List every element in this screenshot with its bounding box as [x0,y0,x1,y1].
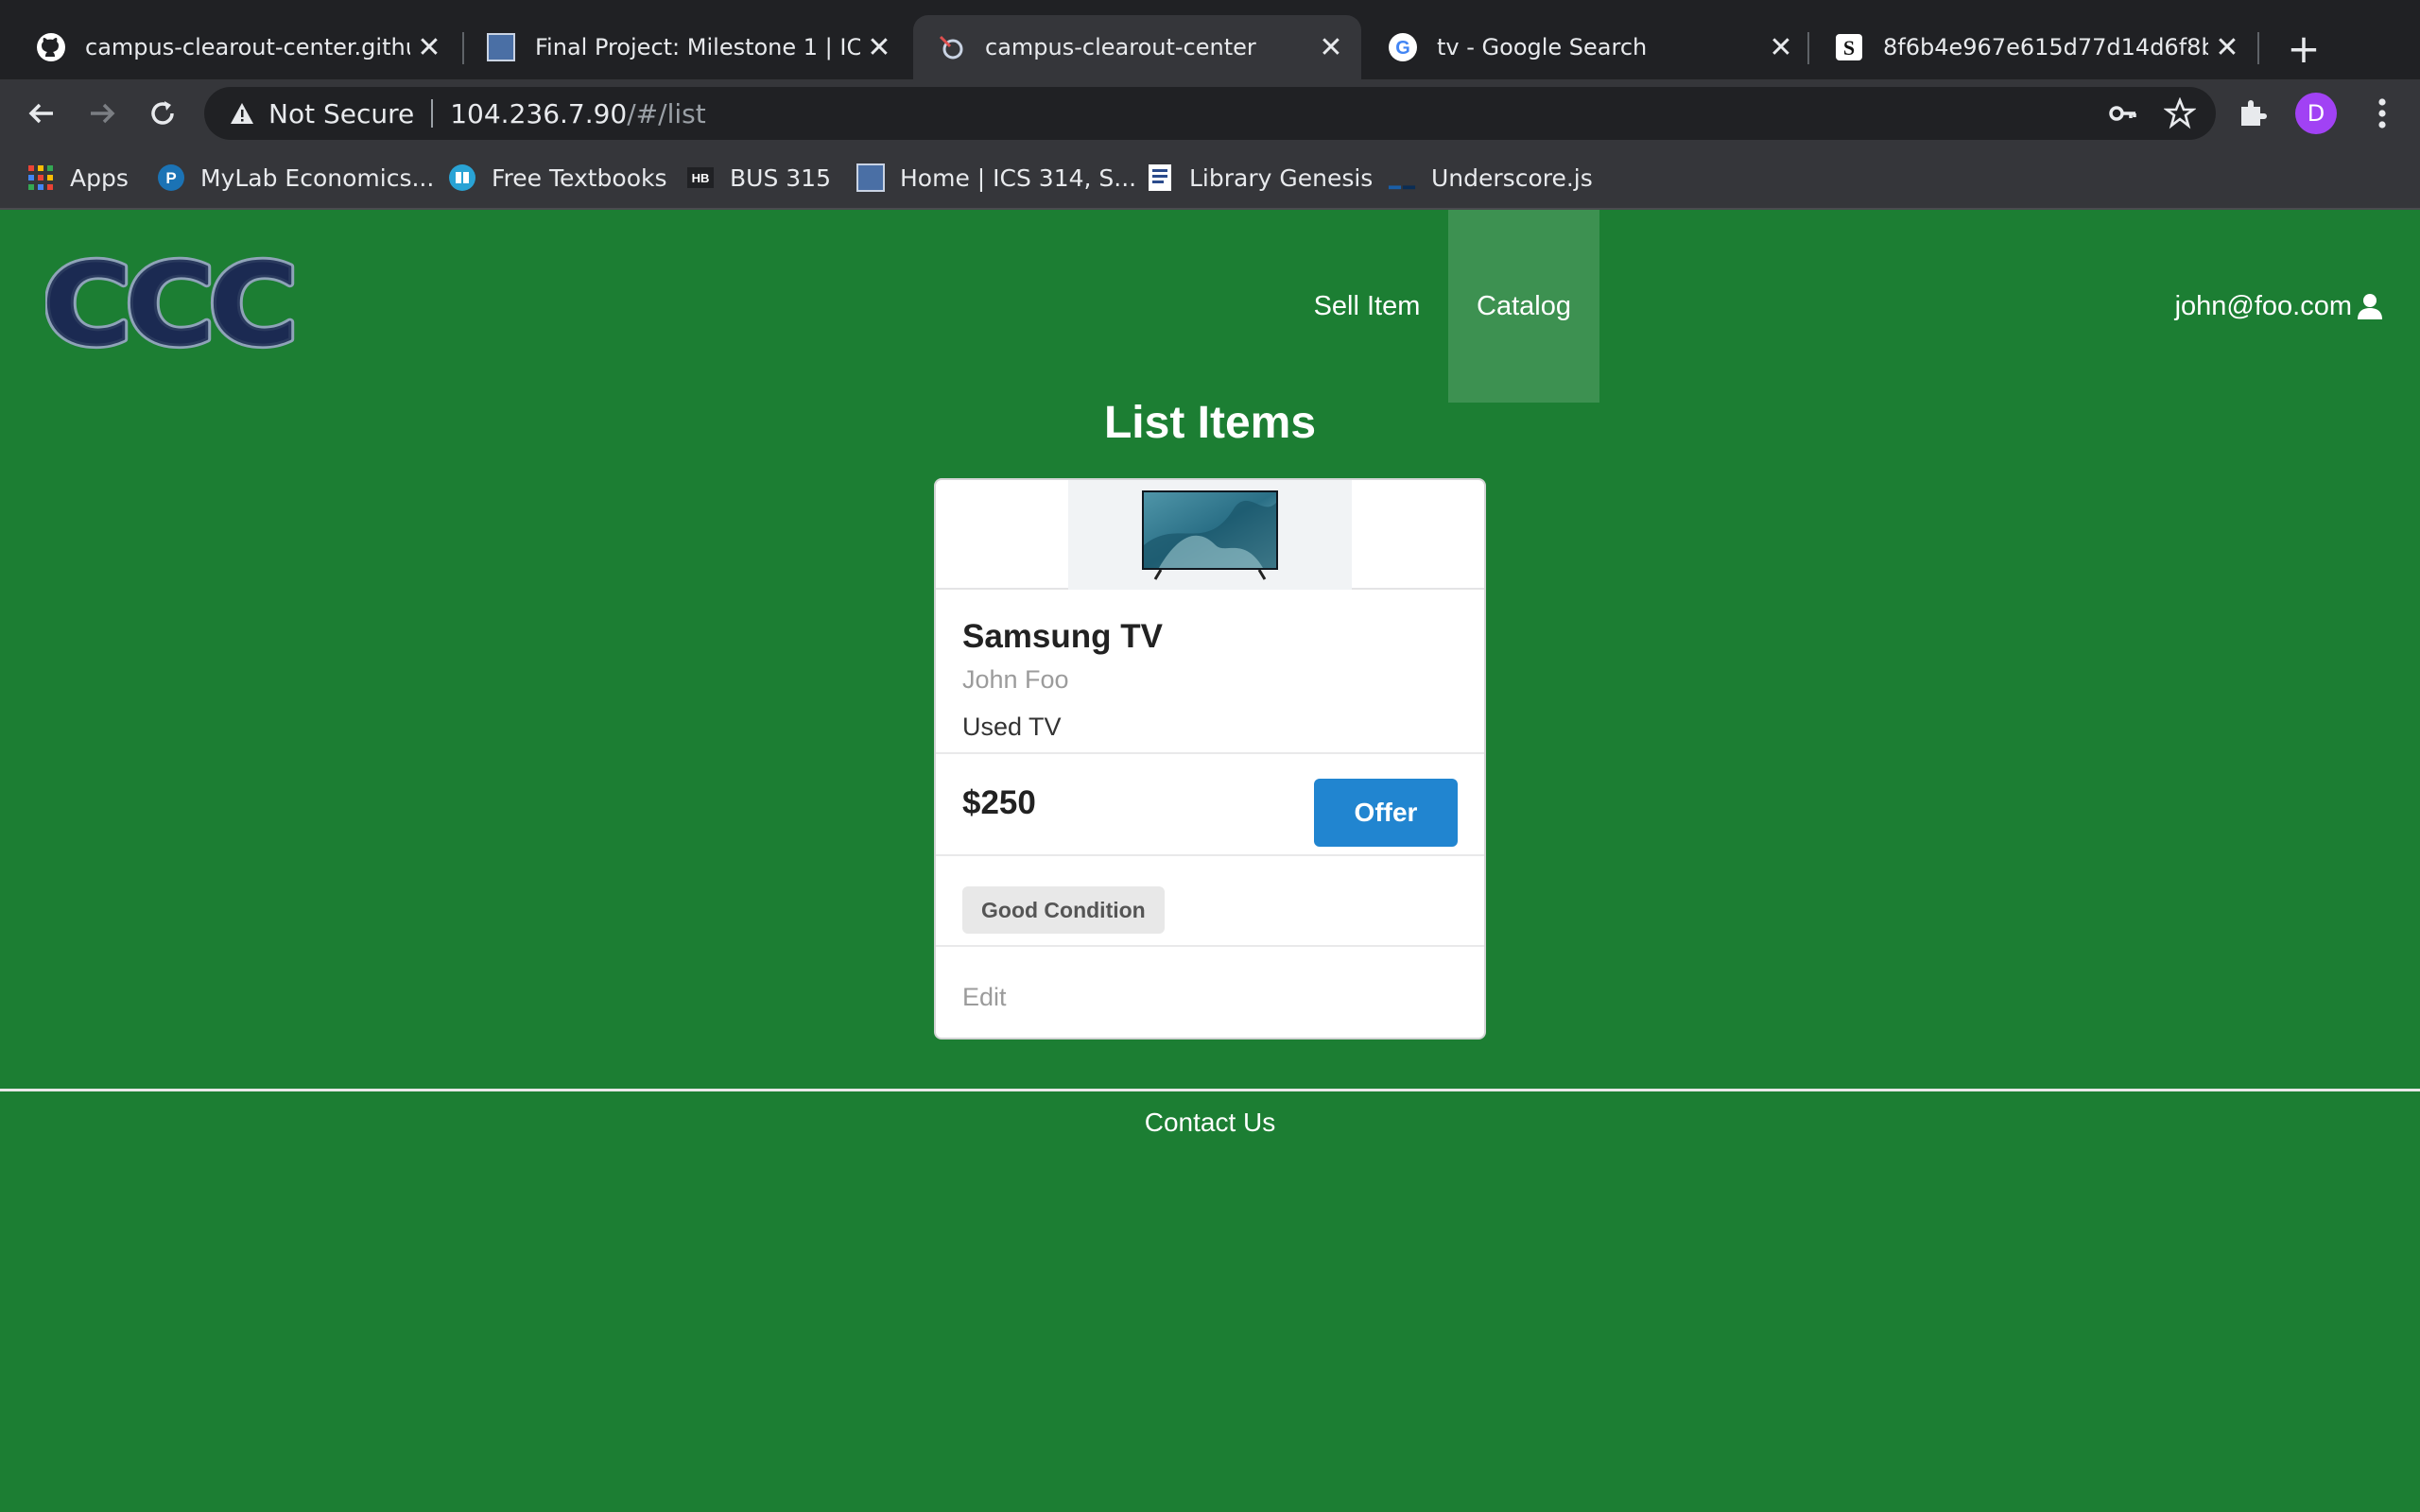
bookmark-free-textbooks[interactable]: Free Textbooks [448,157,667,198]
card-divider [936,945,1484,947]
reload-icon [151,101,174,125]
close-icon[interactable]: ✕ [410,28,448,66]
address-bar[interactable]: Not Secure 104.236.7.90 /#/list [204,87,2216,140]
bookmark-label: Home | ICS 314, S... [900,163,1137,192]
bookmark-label: MyLab Economics... [200,163,435,192]
bookmark-bus-315[interactable]: HB BUS 315 [686,157,831,198]
bookmark-mylab[interactable]: P MyLab Economics... [157,157,434,198]
bookmark-home-ics314[interactable]: Home | ICS 314, S... [856,157,1136,198]
item-owner: John Foo [962,665,1069,694]
svg-text:P: P [165,169,176,187]
bookmark-label: Underscore.js [1431,163,1593,192]
bookmark-library-genesis[interactable]: Library Genesis [1146,157,1373,198]
footer-divider [0,1089,2420,1091]
tab-campus-clearout-center[interactable]: campus-clearout-center ✕ [913,15,1361,79]
nav-catalog[interactable]: Catalog [1448,210,1599,403]
brand-logo: C C C C C C [39,237,302,375]
edit-link[interactable]: Edit [962,983,1007,1012]
tab-strip: campus-clearout-center.github.io ✕ Final… [0,0,2420,79]
bookmark-underscore[interactable]: Underscore.js [1388,157,1593,198]
tab-google-search[interactable]: G tv - Google Search ✕ [1365,15,1811,79]
bookmark-label: Apps [70,163,129,192]
item-price: $250 [962,784,1036,821]
user-icon [2356,292,2384,320]
page-title: List Items [1103,398,1317,448]
puzzle-icon [2241,100,2267,126]
offer-button[interactable]: Offer [1314,779,1458,847]
back-arrow-icon [28,103,53,124]
github-icon [36,32,66,62]
close-icon[interactable]: ✕ [860,28,898,66]
security-label[interactable]: Not Secure [268,98,414,129]
bookmark-label: Library Genesis [1189,163,1374,192]
underscore-icon [1388,163,1416,192]
card-image-section [936,480,1484,590]
item-name[interactable]: Samsung TV [962,618,1163,656]
svg-text:S: S [1843,36,1855,60]
tab-separator [1807,32,1809,64]
meteor-icon [936,32,966,62]
bookmark-label: Free Textbooks [492,163,667,192]
user-email: john@foo.com [2174,290,2352,321]
extensions-button[interactable] [2233,94,2271,132]
svg-text:C: C [209,249,295,359]
condition-badge: Good Condition [962,886,1165,934]
bookmarks-bar: Apps P MyLab Economics... Free Textbooks… [0,147,2420,210]
tab-canvas-milestone[interactable]: Final Project: Milestone 1 | ICS 314 ✕ [463,15,909,79]
svg-text:C: C [45,249,131,359]
close-icon[interactable]: ✕ [1312,28,1350,66]
contact-us-link[interactable]: Contact Us [0,1108,2420,1138]
back-button[interactable] [17,89,66,138]
profile-avatar[interactable]: D [2295,93,2337,134]
address-actions [2106,96,2197,130]
tv-image [1142,490,1278,580]
close-icon[interactable]: ✕ [2208,28,2246,66]
reload-button[interactable] [138,89,187,138]
tab-title: tv - Google Search [1437,34,1648,60]
forward-arrow-icon [91,103,115,124]
user-menu[interactable]: john@foo.com [2175,210,2384,403]
close-icon[interactable]: ✕ [1762,28,1800,66]
tab-github[interactable]: campus-clearout-center.github.io ✕ [13,15,459,79]
star-icon[interactable] [2163,96,2197,130]
bookmark-label: BUS 315 [730,163,831,192]
svg-text:C: C [126,249,215,359]
address-divider [431,99,434,128]
nav-sell-item[interactable]: Sell Item [1301,210,1433,403]
url-host[interactable]: 104.236.7.90 [450,98,627,129]
svg-text:G: G [1395,38,1410,59]
tab-title: campus-clearout-center [985,34,1256,60]
s-icon: S [1834,32,1864,62]
item-card: Samsung TV John Foo Used TV $250 Offer G… [934,478,1486,1040]
tab-separator [2257,32,2259,64]
tab-title: Final Project: Milestone 1 | ICS 314 [535,34,860,60]
apps-grid-icon [26,163,55,192]
menu-button[interactable] [2361,93,2403,134]
ccc-logo[interactable]: C C C C C C [39,237,302,375]
bookmark-apps[interactable]: Apps [26,157,129,198]
item-description: Used TV [962,713,1062,741]
forward-button[interactable] [78,89,127,138]
canvas-icon [856,163,885,192]
browser-toolbar: Not Secure 104.236.7.90 /#/list D [0,79,2420,147]
svg-text:HB: HB [692,171,710,185]
tab-title: campus-clearout-center.github.io [85,34,410,60]
openstax-icon [448,163,476,192]
hb-icon: HB [686,163,715,192]
card-divider [936,854,1484,856]
item-image [1068,480,1352,590]
key-icon[interactable] [2106,96,2140,130]
google-icon: G [1388,32,1418,62]
more-vertical-icon [2378,98,2386,129]
tab-title: 8f6b4e967e615d77d14d6f8b9 [1883,34,2208,60]
pearson-icon: P [157,163,185,192]
tab-s-document[interactable]: S 8f6b4e967e615d77d14d6f8b9 ✕ [1811,15,2257,79]
canvas-icon [486,32,516,62]
libgen-icon [1146,163,1174,192]
new-tab-button[interactable]: + [2280,25,2327,72]
app-page: C C C C C C Sell Item Catalog john@foo.c… [0,210,2420,1512]
warning-icon[interactable] [229,100,255,127]
url-path[interactable]: /#/list [627,98,705,129]
card-divider [936,752,1484,754]
